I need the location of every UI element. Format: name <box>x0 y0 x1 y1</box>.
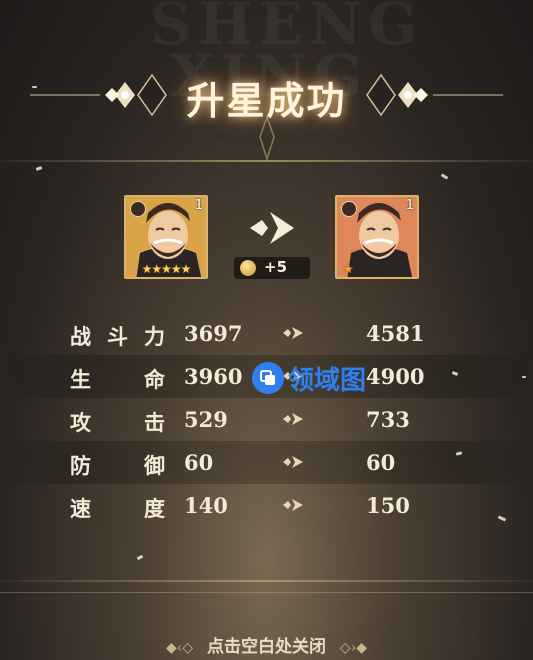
coin-icon <box>240 260 256 276</box>
stat-label: 战 斗 力 <box>70 321 165 351</box>
upgrade-arrow-icon <box>250 212 294 244</box>
stat-label-char: 度 <box>144 496 165 521</box>
star-rating-after: ★ <box>343 262 354 276</box>
element-badge-icon <box>130 201 146 217</box>
stat-from: 140 <box>184 493 228 518</box>
header-divider <box>0 160 533 162</box>
stat-from: 529 <box>184 407 228 432</box>
stat-to: 733 <box>366 407 410 432</box>
stat-from: 3697 <box>184 321 243 346</box>
stats-table: 战 斗 力 3697 4581 生 命 3960 4900 攻 击 529 73… <box>0 312 533 527</box>
stat-row-power: 战 斗 力 3697 4581 <box>0 312 533 355</box>
small-arrow-icon <box>283 413 303 425</box>
stat-to: 4900 <box>366 364 425 389</box>
hero-level-after: 1 <box>405 198 414 213</box>
stat-label: 速 度 <box>70 493 165 523</box>
stat-label: 攻 击 <box>70 407 165 437</box>
header: 升星成功 <box>0 0 533 165</box>
stat-to: 60 <box>366 450 396 475</box>
small-arrow-icon <box>283 499 303 511</box>
stat-label-char: 斗 <box>107 324 128 349</box>
hero-card-before: 1 ★★★★★ <box>124 195 208 279</box>
watermark: 领域图 <box>252 360 366 396</box>
stat-row-attack: 攻 击 529 733 <box>0 398 533 441</box>
cost-badge: +5 <box>234 257 310 279</box>
hero-level-before: 1 <box>194 198 203 213</box>
small-arrow-icon <box>283 327 303 339</box>
star-rating-before: ★★★★★ <box>141 262 192 276</box>
stat-row-speed: 速 度 140 150 <box>0 484 533 527</box>
sparkle <box>522 376 526 378</box>
close-hint[interactable]: ◆‹◇ 点击空白处关闭 ◇›◆ <box>0 632 533 657</box>
title-crest-icon <box>259 115 275 161</box>
stat-label-char: 力 <box>144 324 165 349</box>
element-badge-icon <box>341 201 357 217</box>
sparkle <box>440 173 449 180</box>
stat-label-char: 命 <box>144 367 165 392</box>
sparkle <box>136 554 144 561</box>
hint-ornament-right-icon: ◇›◆ <box>339 640 368 656</box>
stat-from: 3960 <box>184 364 243 389</box>
stat-label: 防 御 <box>70 450 165 480</box>
stat-from: 60 <box>184 450 214 475</box>
small-arrow-icon <box>283 456 303 468</box>
hint-ornament-left-icon: ◆‹◇ <box>165 640 194 656</box>
footer-divider <box>0 580 533 582</box>
stat-label: 生 命 <box>70 364 165 394</box>
watermark-text: 领域图 <box>288 365 367 396</box>
close-hint-label: 点击空白处关闭 <box>207 637 326 657</box>
stat-row-defense: 防 御 60 60 <box>0 441 533 484</box>
stat-label-char: 战 <box>70 324 91 349</box>
stat-label-char: 御 <box>144 453 165 478</box>
stat-to: 150 <box>366 493 410 518</box>
footer-divider-thin <box>0 592 533 593</box>
sparkle <box>32 86 37 88</box>
stat-label-char: 生 <box>70 367 91 392</box>
watermark-logo-icon <box>252 362 284 394</box>
sparkle <box>35 166 43 171</box>
stat-label-char: 防 <box>70 453 91 478</box>
stat-label-char: 攻 <box>70 410 91 435</box>
stat-to: 4581 <box>366 321 425 346</box>
stat-label-char: 击 <box>144 410 165 435</box>
stat-label-char: 速 <box>70 496 91 521</box>
hero-card-after: 1 ★ <box>335 195 419 279</box>
cost-amount: +5 <box>264 258 288 276</box>
